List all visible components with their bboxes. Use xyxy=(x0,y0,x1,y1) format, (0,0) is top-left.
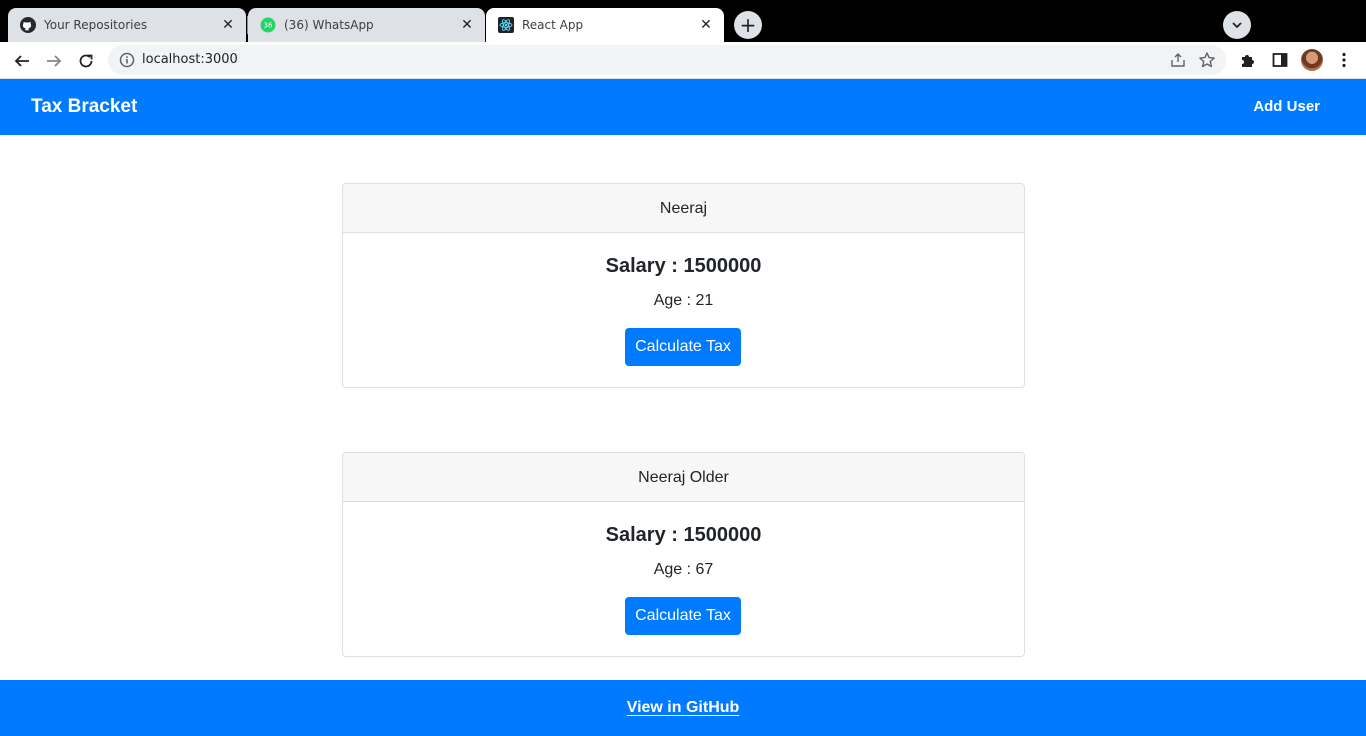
user-card: Neeraj Salary : 1500000 Age : 21 Calcula… xyxy=(342,183,1025,388)
app-footer: View in GitHub xyxy=(0,680,1366,736)
close-icon[interactable]: ✕ xyxy=(459,17,475,33)
forward-button[interactable] xyxy=(41,48,67,74)
age-text: Age : 21 xyxy=(653,292,714,309)
salary-text: Salary : 1500000 xyxy=(605,524,762,546)
tab-react-app[interactable]: React App ✕ xyxy=(486,8,724,42)
browser-tab-strip: Your Repositories ✕ 36 (36) WhatsApp ✕ R… xyxy=(0,0,1366,42)
more-menu-icon[interactable] xyxy=(1335,51,1353,69)
github-icon xyxy=(20,17,36,33)
address-bar[interactable]: localhost:3000 xyxy=(108,45,1226,75)
tab-whatsapp[interactable]: 36 (36) WhatsApp ✕ xyxy=(248,8,485,42)
new-tab-button[interactable]: + xyxy=(734,11,762,39)
add-user-link[interactable]: Add User xyxy=(1253,98,1320,115)
calculate-tax-button[interactable]: Calculate Tax xyxy=(625,328,741,366)
url-text[interactable]: localhost:3000 xyxy=(142,52,238,67)
tab-title: Your Repositories xyxy=(44,18,148,32)
whatsapp-badge: 36 xyxy=(264,22,273,30)
extensions-puzzle-icon[interactable] xyxy=(1239,51,1257,69)
react-icon xyxy=(498,17,514,33)
calculate-tax-button[interactable]: Calculate Tax xyxy=(625,597,741,635)
brand-title[interactable]: Tax Bracket xyxy=(31,96,137,118)
share-icon[interactable] xyxy=(1170,52,1186,68)
card-body: Salary : 1500000 Age : 67 Calculate Tax xyxy=(343,502,1024,656)
close-icon[interactable]: ✕ xyxy=(220,17,236,33)
bookmark-star-icon[interactable] xyxy=(1198,51,1216,69)
tab-title: React App xyxy=(522,18,584,32)
close-icon[interactable]: ✕ xyxy=(698,17,714,33)
tab-title: (36) WhatsApp xyxy=(284,18,374,32)
arrow-left-icon xyxy=(14,55,29,67)
user-name: Neeraj Older xyxy=(343,453,1024,502)
card-body: Salary : 1500000 Age : 21 Calculate Tax xyxy=(343,233,1024,387)
salary-text: Salary : 1500000 xyxy=(605,255,762,277)
tab-your-repositories[interactable]: Your Repositories ✕ xyxy=(8,8,246,42)
age-text: Age : 67 xyxy=(653,561,714,578)
info-icon[interactable] xyxy=(119,52,135,68)
reload-icon xyxy=(79,54,93,68)
whatsapp-icon: 36 xyxy=(260,17,276,33)
user-name: Neeraj xyxy=(343,184,1024,233)
app-navbar: Tax Bracket Add User xyxy=(0,79,1366,135)
profile-avatar[interactable] xyxy=(1301,49,1323,71)
arrow-right-icon xyxy=(47,55,62,67)
back-button[interactable] xyxy=(9,48,35,74)
side-panel-icon[interactable] xyxy=(1271,51,1289,69)
browser-toolbar: localhost:3000 xyxy=(0,42,1366,79)
reload-button[interactable] xyxy=(73,48,99,74)
tab-search-button[interactable] xyxy=(1223,11,1251,39)
chevron-down-icon xyxy=(1232,22,1242,29)
user-card: Neeraj Older Salary : 1500000 Age : 67 C… xyxy=(342,452,1025,657)
view-in-github-link[interactable]: View in GitHub xyxy=(627,699,740,716)
